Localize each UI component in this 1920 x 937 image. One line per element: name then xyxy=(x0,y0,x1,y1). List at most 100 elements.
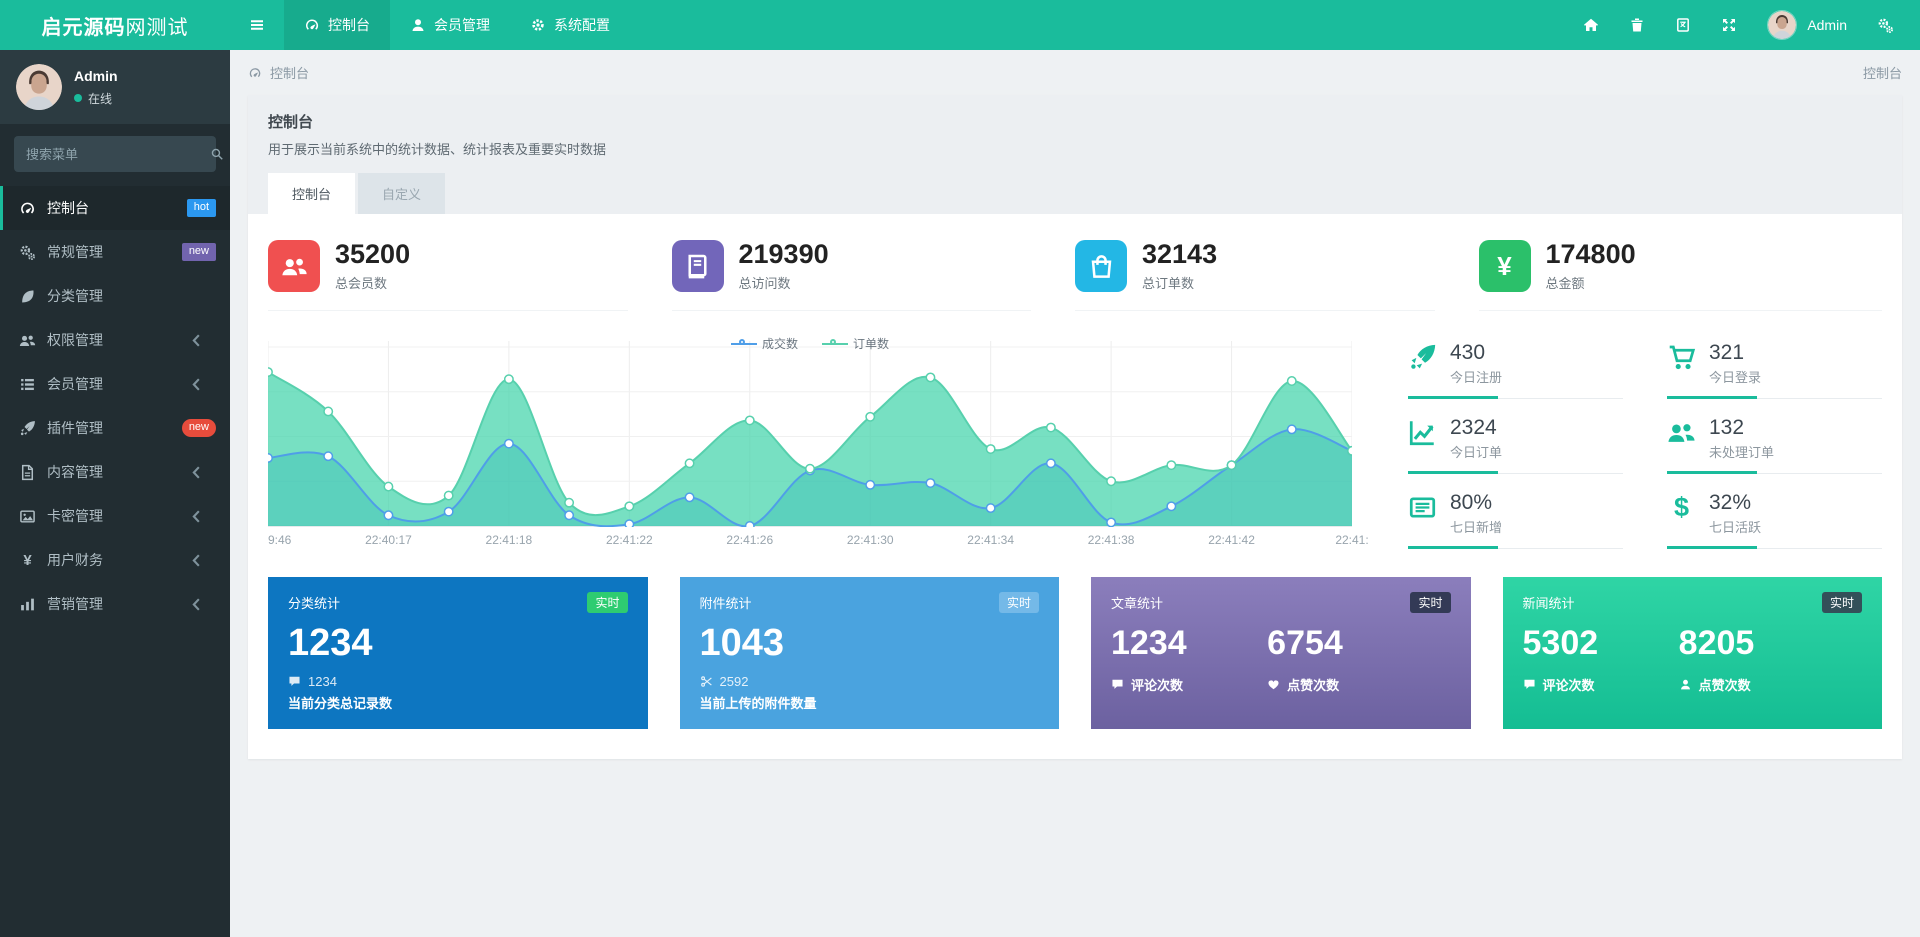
card-column-label-text: 评论次数 xyxy=(1131,677,1184,693)
user-menu-label: Admin xyxy=(1807,17,1847,33)
settings-cogs-icon[interactable] xyxy=(1877,17,1894,34)
mini-stat-top: 80% 七日新增 xyxy=(1408,491,1623,536)
new-badge: new xyxy=(181,243,216,261)
sidebar-item-auth[interactable]: 权限管理 xyxy=(0,318,230,362)
card-sub-value: 1234 xyxy=(308,674,337,690)
card-sub-stat: 2592 xyxy=(700,674,1040,689)
mini-stat-text: 132 未处理订单 xyxy=(1709,416,1774,461)
sidebar-item-member[interactable]: 会员管理 xyxy=(0,362,230,406)
chart-line-icon xyxy=(1408,418,1437,447)
sidebar-item-general[interactable]: 常规管理 new xyxy=(0,230,230,274)
navbar-right: Admin xyxy=(1583,0,1920,50)
stat-text: 174800 总金额 xyxy=(1546,240,1636,292)
user-menu[interactable]: Admin xyxy=(1767,10,1847,40)
stat-label: 总金额 xyxy=(1545,276,1585,292)
top-navbar: 启元源码 网测试 控制台 会员管理 系统配置 Admin xyxy=(0,0,1920,50)
home-icon[interactable] xyxy=(1583,17,1599,33)
sales-chart[interactable]: 成交数 订单数 9:46 22:40:17 22:41:18 22:41:22 22:41… xyxy=(268,335,1369,549)
app-logo[interactable]: 启元源码 网测试 xyxy=(0,0,230,50)
mini-stat-progress xyxy=(1667,546,1882,550)
menu-search-box xyxy=(14,136,223,172)
sidebar-item-addon[interactable]: 插件管理 new xyxy=(0,406,230,450)
sidebar-item-dashboard[interactable]: 控制台 hot xyxy=(0,186,230,230)
mini-stat-top: $32% 七日活跃 xyxy=(1667,491,1882,536)
chart-canvas[interactable] xyxy=(268,337,1352,528)
sidebar-item-content[interactable]: 内容管理 xyxy=(0,450,230,494)
legend-item-订单数[interactable]: 订单数 xyxy=(822,335,889,352)
sidebar-user-status: 在线 xyxy=(74,90,118,107)
menu-search-input[interactable] xyxy=(26,146,202,162)
legend-item-成交数[interactable]: 成交数 xyxy=(730,335,798,352)
mini-stat-text: 430 今日注册 xyxy=(1450,341,1502,386)
gauge-icon xyxy=(304,17,320,33)
sidebar-toggle-button[interactable] xyxy=(230,0,284,50)
card-title: 分类统计 xyxy=(288,596,341,612)
card-column-label-text: 点赞次数 xyxy=(1698,677,1751,693)
x-tick-label: 22:41: xyxy=(1335,533,1369,548)
x-tick-label: 22:41:42 xyxy=(1208,533,1255,548)
mini-stat-今日注册: 430 今日注册 xyxy=(1408,341,1623,400)
nav-item-system-config[interactable]: 系统配置 xyxy=(510,0,630,50)
card-value: 1043 xyxy=(699,622,785,665)
sidebar-item-category[interactable]: 分类管理 xyxy=(0,274,230,318)
card-header: 附件统计 实时 xyxy=(700,592,1039,614)
stat-label: 总订单数 xyxy=(1142,276,1195,292)
x-tick-label: 22:41:34 xyxy=(967,533,1015,548)
panel-header: 控制台 用于展示当前系统中的统计数据、统计报表及重要实时数据 控制台 自定义 xyxy=(248,95,1902,214)
breadcrumb-current: 控制台 xyxy=(1862,66,1902,81)
person-icon xyxy=(1679,678,1692,691)
chart-legend: 成交数 订单数 xyxy=(268,335,1352,352)
language-icon[interactable] xyxy=(1675,17,1691,33)
stat-text: 35200 总会员数 xyxy=(335,240,410,292)
stat-value: 174800 xyxy=(1545,239,1636,269)
chart-bar-icon xyxy=(19,596,36,613)
stat-总会员数: 35200 总会员数 xyxy=(268,238,628,312)
legend-dot xyxy=(830,338,836,345)
x-tick-label: 9:46 xyxy=(268,533,292,548)
legend-line-dot-icon xyxy=(822,338,848,349)
chart-x-axis-labels: 9:46 22:40:17 22:41:18 22:41:22 22:41:26 22:4… xyxy=(268,527,1369,549)
sidebar: Admin 在线 控制台 hot 常规管理 new 分类管理权限管理会员管理插件管理 ne… xyxy=(0,50,230,937)
dollar-icon: $ xyxy=(1673,492,1690,523)
new-badge: new xyxy=(181,419,216,437)
chevron-left-icon xyxy=(188,552,205,569)
breadcrumb-link[interactable]: 控制台 xyxy=(270,63,309,82)
sidebar-item-label: 权限管理 xyxy=(47,332,103,348)
mini-stat-今日登录: 321 今日登录 xyxy=(1667,341,1882,400)
mini-stat-七日活跃: $32% 七日活跃 xyxy=(1667,491,1882,550)
mini-stat-label: 今日登录 xyxy=(1709,370,1762,386)
stat-label: 总会员数 xyxy=(335,276,388,292)
mini-stat-七日新增: 80% 七日新增 xyxy=(1408,491,1623,550)
mini-stat-value: 2324 xyxy=(1450,416,1497,440)
cogs-icon xyxy=(19,244,36,261)
card-column: 8205 点赞次数 xyxy=(1679,624,1835,694)
nav-item-members[interactable]: 会员管理 xyxy=(390,0,510,50)
sidebar-item-cardkey[interactable]: 卡密管理 xyxy=(0,494,230,538)
online-label: 在线 xyxy=(88,91,113,106)
gauge-icon xyxy=(19,200,36,217)
rocket-icon xyxy=(1408,343,1437,372)
leaf-icon xyxy=(19,288,36,305)
stat-icon-box xyxy=(268,240,320,292)
sidebar-user-panel: Admin 在线 xyxy=(0,50,230,124)
tab-custom[interactable]: 自定义 xyxy=(358,173,446,214)
card-column-label: 点赞次数 xyxy=(1679,675,1835,694)
x-tick-label: 22:40:17 xyxy=(365,533,412,548)
nav-item-label: 控制台 xyxy=(328,17,370,33)
chevron-left-icon xyxy=(188,376,205,393)
realtime-badge: 实时 xyxy=(587,592,628,614)
tab-dashboard[interactable]: 控制台 xyxy=(268,173,356,214)
card-column: 5302 评论次数 xyxy=(1523,624,1679,693)
sidebar-item-label: 插件管理 xyxy=(47,420,103,436)
nav-item-dashboard[interactable]: 控制台 xyxy=(284,0,390,50)
sidebar-item-finance[interactable]: ¥ 用户财务 xyxy=(0,538,230,582)
sidebar-item-marketing[interactable]: 营销管理 xyxy=(0,582,230,626)
expand-icon[interactable] xyxy=(1721,17,1737,33)
card-category-stats: 分类统计 实时 1234 1234 当前分类总记录数 xyxy=(268,577,648,730)
chart-row: 成交数 订单数 9:46 22:40:17 22:41:18 22:41:22 22:41… xyxy=(268,335,1882,550)
mini-stat-progress xyxy=(1667,396,1882,400)
trash-icon[interactable] xyxy=(1629,17,1645,33)
cart-icon xyxy=(1667,343,1696,372)
x-tick-label: 22:41:22 xyxy=(605,533,653,548)
card-columns: 1234 评论次数 6754 点赞次数 xyxy=(1111,624,1451,693)
